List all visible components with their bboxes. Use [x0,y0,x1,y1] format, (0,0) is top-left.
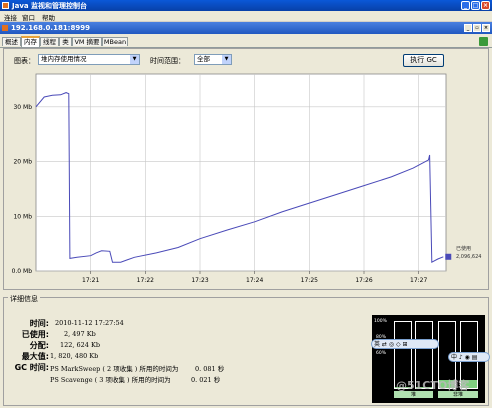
x-tick-label: 17:26 [355,277,372,284]
y-tick-label: 20 Mb [13,159,32,166]
x-tick-label: 17:22 [137,277,154,284]
ime-toolbar-chinese[interactable]: 中 ♪ ◉ ▤ [448,352,490,362]
gc2-name: PS Scavenge ( 3 项收集 ) 所用的时间为 [50,376,171,384]
x-tick-label: 17:24 [246,277,263,284]
heap-tick: 100% [374,319,387,324]
gc2-time: 0. 021 秒 [191,376,221,384]
ime-toolbar-english[interactable]: 英 ⇄ ◎ ◇ ⊞ [371,339,439,349]
series-end-label: 已使用 [456,245,471,252]
details-title: 详细信息 [8,294,40,304]
used-label: 已使用: [21,330,49,339]
watermark-logo: @51CTO博客 [396,379,470,392]
max-value: 1, 820, 480 Kb [50,352,99,360]
time-value: 2010-11-12 17:27:54 [55,319,124,327]
gc1-time: 0. 081 秒 [195,365,225,373]
series-end-value: 2,096,624 [456,254,481,260]
heap-tick: 60% [376,351,387,356]
committed-value: 122, 624 Kb [60,341,101,349]
x-tick-label: 17:21 [82,277,99,284]
committed-label: 分配: [29,341,49,350]
used-value: 2, 497 Kb [64,330,96,338]
y-tick-label: 10 Mb [13,213,32,220]
gc1-name: PS MarkSweep ( 2 项收集 ) 所用的时间为 [50,365,179,373]
memory-usage-chart: 0.0 Mb 10 Mb 20 Mb 30 Mb 17:21 17:22 17:23 17:2… [12,73,481,284]
x-tick-label: 17:23 [191,277,208,284]
y-tick-label: 0.0 Mb [12,268,33,275]
y-tick-label: 30 Mb [13,104,32,111]
x-tick-label: 17:27 [410,277,427,284]
time-label: 时间: [29,319,49,328]
plot-area [35,73,447,272]
series-end-marker [445,253,452,260]
max-label: 最大值: [21,352,49,361]
x-tick-label: 17:25 [301,277,318,284]
gc-time-label: GC 时间: [14,363,49,372]
